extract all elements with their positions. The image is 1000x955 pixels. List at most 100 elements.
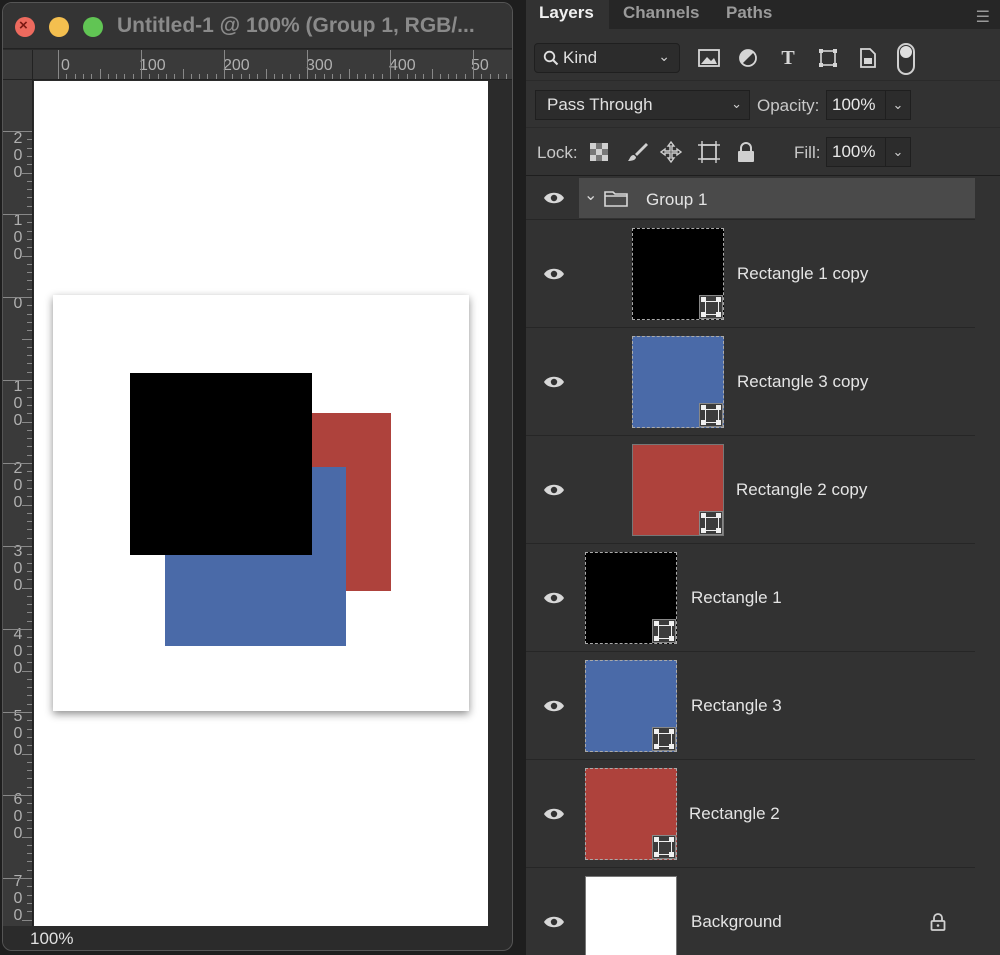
ruler-tick	[323, 74, 325, 79]
ruler-tick	[82, 74, 84, 79]
opacity-input[interactable]: 100%	[826, 90, 886, 120]
layer-thumbnail[interactable]	[585, 552, 677, 644]
shape-layer-icon	[652, 727, 676, 751]
layer-thumbnail[interactable]	[585, 876, 677, 955]
ruler-tick	[27, 496, 32, 498]
lock-artboard-icon[interactable]	[697, 140, 721, 164]
ruler-tick	[414, 74, 416, 79]
close-window-button[interactable]: ×	[15, 17, 35, 37]
ruler-tick	[365, 74, 367, 79]
ruler-tick	[22, 836, 32, 838]
eye-icon[interactable]	[543, 591, 565, 605]
blend-mode-dropdown[interactable]: Pass Through ⌄	[535, 90, 750, 120]
maximize-window-button[interactable]	[83, 17, 103, 37]
ruler-label: 300	[13, 543, 23, 594]
ruler-tick	[27, 728, 32, 730]
layer-row-rectangle-1-copy[interactable]: Rectangle 1 copy	[526, 220, 1000, 328]
ruler-tick	[27, 662, 32, 664]
chevron-down-icon[interactable]: ⌄	[584, 185, 597, 205]
tab-channels[interactable]: Channels	[610, 0, 712, 29]
layer-thumbnail[interactable]	[632, 336, 724, 428]
ruler-tick	[174, 74, 176, 79]
filter-kind-dropdown[interactable]: Kind ⌄	[534, 43, 680, 73]
layer-row-rectangle-3[interactable]: Rectangle 3	[526, 652, 1000, 760]
layer-row-rectangle-2[interactable]: Rectangle 2	[526, 760, 1000, 868]
filter-toggle-switch[interactable]	[897, 43, 915, 75]
eye-icon[interactable]	[543, 807, 565, 821]
ruler-tick	[431, 69, 433, 79]
eye-icon[interactable]	[543, 699, 565, 713]
ruler-tick	[506, 74, 508, 79]
search-icon	[543, 50, 559, 66]
eye-icon[interactable]	[543, 483, 565, 497]
eye-icon[interactable]	[543, 915, 565, 929]
lock-all-icon[interactable]	[734, 140, 758, 164]
tab-layers[interactable]: Layers	[526, 0, 609, 29]
ruler-tick	[27, 313, 32, 315]
ruler-tick	[27, 355, 32, 357]
shape-layer-icon	[699, 403, 723, 427]
layer-thumbnail[interactable]	[585, 660, 677, 752]
canvas-rectangle-1[interactable]	[130, 373, 312, 555]
ruler-tick	[27, 620, 32, 622]
lock-image-pixels-icon[interactable]	[625, 140, 649, 164]
ruler-tick	[27, 272, 32, 274]
artboard[interactable]	[53, 295, 469, 711]
ruler-tick	[27, 180, 32, 182]
layer-thumbnail[interactable]	[585, 768, 677, 860]
ruler-tick	[27, 803, 32, 805]
lock-position-icon[interactable]	[659, 140, 683, 164]
ruler-tick	[107, 74, 109, 79]
layer-row-group-1[interactable]: ⌄ Group 1	[526, 176, 1000, 220]
vertical-ruler[interactable]: 2001000100200300400500600700	[3, 80, 33, 928]
ruler-tick	[27, 844, 32, 846]
ruler-tick	[22, 587, 32, 589]
layer-row-rectangle-1[interactable]: Rectangle 1	[526, 544, 1000, 652]
ruler-label: 500	[13, 708, 23, 759]
lock-icon[interactable]	[930, 913, 946, 931]
ruler-tick	[27, 404, 32, 406]
ruler-label: 600	[13, 791, 23, 842]
eye-icon[interactable]	[543, 375, 565, 389]
eye-icon[interactable]	[543, 191, 565, 205]
layer-name: Rectangle 3 copy	[737, 372, 869, 391]
eye-icon[interactable]	[543, 267, 565, 281]
panel-scroll-gutter[interactable]	[975, 176, 1000, 955]
ruler-tick	[22, 338, 32, 340]
document-title: Untitled-1 @ 100% (Group 1, RGB/...	[117, 14, 475, 37]
layer-row-rectangle-2-copy[interactable]: Rectangle 2 copy	[526, 436, 1000, 544]
minimize-window-button[interactable]	[49, 17, 69, 37]
lock-transparent-pixels-icon[interactable]	[587, 140, 611, 164]
ruler-tick	[27, 454, 32, 456]
ruler-tick	[27, 205, 32, 207]
smart-object-filter-icon[interactable]	[855, 43, 881, 73]
ruler-tick	[27, 537, 32, 539]
ruler-tick	[27, 263, 32, 265]
type-filter-icon[interactable]: T	[775, 43, 801, 73]
document-title-bar[interactable]: × Untitled-1 @ 100% (Group 1, RGB/...	[3, 3, 512, 49]
horizontal-ruler[interactable]: 0 100 200 300 400 50	[33, 50, 512, 80]
image-filter-icon[interactable]	[696, 43, 722, 73]
fill-dropdown-button[interactable]: ⌄	[885, 137, 911, 167]
ruler-tick	[27, 604, 32, 606]
layer-thumbnail[interactable]	[632, 228, 724, 320]
opacity-dropdown-button[interactable]: ⌄	[885, 90, 911, 120]
ruler-tick	[423, 74, 425, 79]
zoom-status[interactable]: 100%	[3, 926, 489, 950]
ruler-tick	[27, 653, 32, 655]
layer-row-background[interactable]: Background	[526, 868, 1000, 955]
tab-paths[interactable]: Paths	[713, 0, 785, 29]
ruler-tick	[27, 247, 32, 249]
ruler-tick	[497, 74, 499, 79]
shape-filter-icon[interactable]	[815, 43, 841, 73]
layer-row-rectangle-3-copy[interactable]: Rectangle 3 copy	[526, 328, 1000, 436]
adjustment-filter-icon[interactable]	[735, 43, 761, 73]
layer-thumbnail[interactable]	[632, 444, 724, 536]
ruler-tick	[3, 380, 32, 381]
fill-input[interactable]: 100%	[826, 137, 886, 167]
ruler-tick	[27, 155, 32, 157]
ruler-tick	[27, 371, 32, 373]
panel-menu-icon[interactable]: ☰	[976, 7, 990, 27]
ruler-tick	[3, 214, 32, 215]
ruler-tick	[27, 521, 32, 523]
